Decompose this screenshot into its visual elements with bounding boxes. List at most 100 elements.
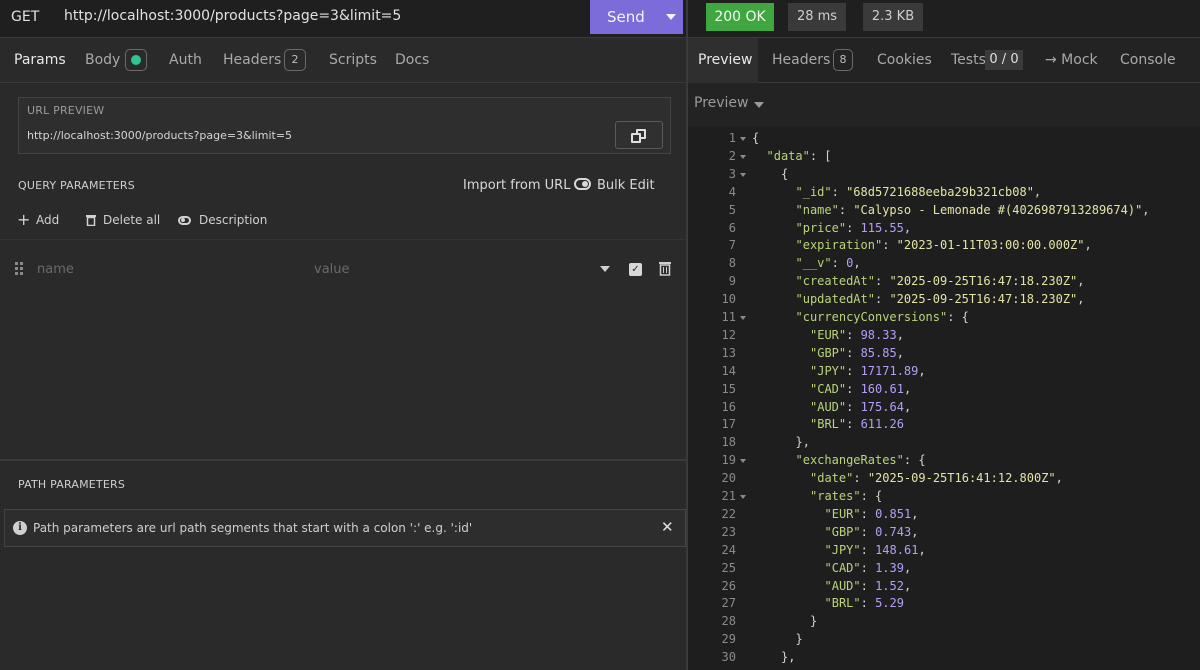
tab-auth[interactable]: Auth: [169, 52, 202, 68]
param-value-input[interactable]: [314, 258, 584, 280]
description-toggle-button[interactable]: Description: [199, 213, 267, 227]
code-text: "EUR": 98.33,: [810, 328, 904, 342]
tab-params[interactable]: Params: [14, 52, 66, 68]
tab-preview[interactable]: Preview: [698, 52, 753, 68]
import-from-url-button[interactable]: Import from URL: [463, 178, 570, 193]
tab-console[interactable]: Console: [1120, 52, 1176, 68]
json-key: "rates": [810, 489, 861, 503]
headers-count-badge: 2: [284, 49, 306, 71]
description-toggle-icon[interactable]: [178, 216, 191, 225]
tab-body[interactable]: Body: [85, 52, 120, 68]
code-line: 12 "EUR": 98.33,: [688, 328, 1200, 346]
tab-response-headers[interactable]: Headers: [772, 52, 830, 68]
path-params-title: PATH PARAMETERS: [18, 478, 126, 491]
json-punctuation: ,: [1084, 238, 1092, 253]
json-key: "JPY": [810, 363, 847, 378]
bulk-edit-toggle-icon[interactable]: [574, 178, 591, 190]
line-number: 23: [721, 524, 736, 539]
preview-mode-select[interactable]: Preview: [694, 95, 749, 111]
code-line: 6 "price": 115.55,: [688, 221, 1200, 239]
json-response-viewer[interactable]: 1{2 "data": [3{4 "_id": "68d5721688eeba29b…: [688, 126, 1200, 670]
json-number: 1.39: [875, 560, 904, 575]
code-text: {: [752, 131, 759, 145]
fold-chevron-icon[interactable]: [740, 137, 746, 141]
json-punctuation: },: [795, 435, 810, 450]
code-text: "_id": "68d5721688eeba29b321cb08",: [796, 185, 1042, 199]
json-string: "68d5721688eeba29b321cb08": [846, 184, 1034, 199]
code-text: "updatedAt": "2025-09-25T16:47:18.230Z",: [796, 292, 1085, 306]
code-line: 2 "data": [: [688, 149, 1200, 167]
code-line: 9 "createdAt": "2025-09-25T16:47:18.230Z"…: [688, 274, 1200, 292]
json-punctuation: :: [831, 256, 847, 271]
json-punctuation: :: [874, 292, 890, 307]
delete-all-button[interactable]: Delete all: [103, 213, 160, 227]
line-number: 8: [728, 256, 736, 271]
url-input[interactable]: http://localhost:3000/products?page=3&li…: [64, 8, 401, 24]
send-button-label: Send: [607, 8, 645, 26]
code-text: "AUD": 175.64,: [810, 400, 911, 414]
tab-docs[interactable]: Docs: [395, 52, 429, 68]
code-line: 25 "CAD": 1.39,: [688, 561, 1200, 579]
param-enabled-checkbox[interactable]: ✓: [629, 263, 642, 276]
json-punctuation: ,: [896, 327, 904, 342]
path-params-info-text: Path parameters are url path segments th…: [33, 521, 473, 535]
json-number: 98.33: [860, 327, 897, 342]
method-select[interactable]: GET: [11, 9, 39, 25]
code-text: "JPY": 148.61,: [825, 543, 926, 557]
send-button[interactable]: Send: [590, 0, 683, 34]
fold-chevron-icon[interactable]: [740, 154, 746, 159]
preview-mode-chevron-down-icon[interactable]: [754, 102, 764, 108]
add-param-button[interactable]: Add: [36, 213, 59, 227]
code-text: "JPY": 17171.89,: [810, 364, 926, 378]
line-number: 29: [721, 632, 736, 647]
json-key: "BRL": [824, 596, 861, 611]
response-status-bar: 200 OK 28 ms 2.3 KB: [688, 0, 1200, 38]
json-punctuation: :: [860, 596, 876, 611]
copy-icon-front: [631, 133, 641, 143]
query-params-header: QUERY PARAMETERS Import from URL Bulk Ed…: [0, 168, 686, 202]
json-key: "EUR": [824, 506, 861, 521]
code-text: "CAD": 1.39,: [825, 561, 912, 575]
json-punctuation: : {: [947, 310, 969, 324]
fold-chevron-icon[interactable]: [740, 459, 746, 464]
copy-url-button[interactable]: [615, 121, 663, 149]
trash-icon: [86, 215, 96, 226]
response-time-badge: 28 ms: [788, 3, 846, 31]
query-params-title: QUERY PARAMETERS: [18, 179, 135, 192]
json-punctuation: :: [846, 399, 861, 414]
line-number: 10: [721, 292, 736, 307]
tab-scripts[interactable]: Scripts: [329, 52, 377, 68]
bulk-edit-button[interactable]: Bulk Edit: [597, 178, 655, 193]
json-punctuation: ,: [853, 256, 861, 271]
drag-handle-icon[interactable]: [15, 262, 25, 276]
json-punctuation: :: [860, 560, 876, 575]
url-preview-box: URL PREVIEW http://localhost:3000/produc…: [18, 97, 671, 154]
code-text: "name": "Calypso - Lemonade #(4026987913…: [796, 203, 1150, 217]
json-number: 160.61: [860, 381, 904, 396]
json-punctuation: : [: [809, 148, 832, 163]
code-text: "CAD": 160.61,: [810, 382, 911, 396]
json-key: "date": [810, 471, 854, 486]
json-punctuation: {: [752, 131, 760, 145]
json-punctuation: ,: [1077, 274, 1085, 289]
delete-param-trash-icon[interactable]: [658, 261, 672, 276]
json-punctuation: :: [882, 238, 897, 253]
tab-tests[interactable]: Tests: [951, 52, 986, 68]
json-punctuation: {: [781, 166, 789, 181]
json-string: "2025-09-25T16:41:12.800Z": [867, 471, 1056, 486]
fold-chevron-icon[interactable]: [740, 495, 746, 499]
tab-headers[interactable]: Headers: [223, 52, 281, 68]
fold-chevron-icon[interactable]: [740, 172, 746, 177]
tab-mock[interactable]: → Mock: [1045, 52, 1098, 68]
tab-cookies[interactable]: Cookies: [877, 52, 932, 68]
line-number: 27: [721, 596, 736, 611]
json-punctuation: ,: [911, 524, 919, 539]
param-name-input[interactable]: [37, 258, 297, 280]
json-punctuation: ,: [1142, 202, 1150, 217]
json-punctuation: ,: [903, 220, 912, 235]
fold-chevron-icon[interactable]: [740, 316, 746, 320]
send-options-chevron-icon[interactable]: [666, 14, 676, 20]
close-icon[interactable]: ✕: [661, 518, 674, 536]
code-line: 7 "expiration": "2023-01-11T03:00:00.000Z…: [688, 238, 1200, 256]
param-type-chevron-down-icon[interactable]: [600, 266, 610, 272]
